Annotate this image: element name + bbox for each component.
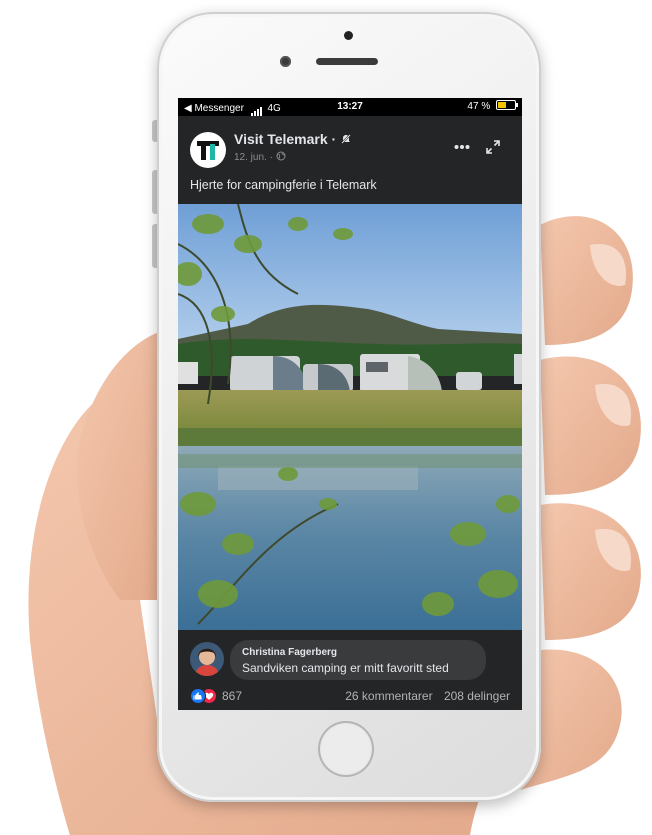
reaction-count: 867 <box>222 689 243 703</box>
status-right: 47 % <box>467 98 518 116</box>
earpiece-speaker <box>316 58 378 65</box>
more-icon[interactable] <box>454 144 470 150</box>
comment-text: Sandviken camping er mitt favoritt sted <box>242 661 449 675</box>
status-bar: ◀ Messenger 4G 13:27 47 % <box>178 98 522 116</box>
phone-screen: ◀ Messenger 4G 13:27 47 % Visit Telemark… <box>178 98 522 710</box>
globe-icon <box>276 151 286 161</box>
post-meta: 12. jun. · <box>234 151 286 163</box>
proximity-sensor <box>280 56 291 67</box>
page-avatar[interactable] <box>190 132 226 168</box>
bell-off-icon <box>340 133 352 145</box>
post-header: Visit Telemark · 12. jun. · Hjerte for c… <box>178 116 522 204</box>
battery-fill <box>498 102 506 109</box>
battery-nub <box>516 103 518 108</box>
logo-stem <box>201 141 206 160</box>
comment-area: Christina Fagerberg Sandviken camping er… <box>178 630 522 710</box>
engagement-stats: 26 kommentarer 208 delinger <box>345 689 510 703</box>
like-icon <box>190 688 206 704</box>
page-name[interactable]: Visit Telemark · <box>234 131 352 147</box>
comments-count-link[interactable]: 26 kommentarer <box>345 689 432 703</box>
logo-accent <box>210 144 215 160</box>
page-name-text: Visit Telemark · <box>234 131 341 147</box>
front-camera <box>344 31 353 40</box>
battery-icon <box>496 100 518 111</box>
post-text: Hjerte for campingferie i Telemark <box>190 178 377 192</box>
commenter-avatar[interactable] <box>190 642 224 676</box>
commenter-name[interactable]: Christina Fagerberg <box>242 647 337 658</box>
camping-photo[interactable] <box>178 204 522 630</box>
post-date: 12. jun. · <box>234 152 276 163</box>
comment-bubble[interactable]: Christina Fagerberg Sandviken camping er… <box>230 640 486 680</box>
shares-count-link[interactable]: 208 delinger <box>444 689 510 703</box>
expand-icon[interactable] <box>486 140 500 154</box>
home-button[interactable] <box>318 721 374 777</box>
battery-percent: 47 % <box>467 101 491 112</box>
